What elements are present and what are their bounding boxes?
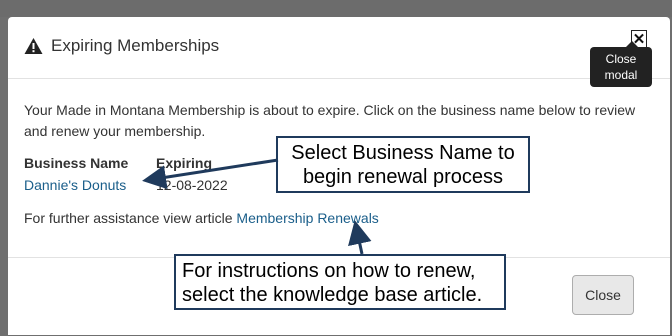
modal-header: Expiring Memberships ✕: [8, 17, 670, 79]
callout-2-line-2: select the knowledge base article.: [182, 284, 483, 306]
callout-2-line-1: For instructions on how to renew,: [182, 260, 476, 282]
expiring-header: Expiring: [156, 155, 213, 171]
tooltip-line-1: Close: [605, 52, 637, 66]
modal-title: Expiring Memberships: [51, 36, 220, 55]
modal-backdrop: [0, 0, 672, 17]
tooltip-line-2: modal: [604, 68, 638, 82]
membership-renewals-link[interactable]: Membership Renewals: [236, 210, 378, 226]
expiring-date: 12-08-2022: [156, 177, 228, 193]
close-modal-tooltip: Close modal: [590, 41, 652, 87]
business-name-header: Business Name: [24, 155, 129, 171]
close-button[interactable]: Close: [572, 275, 634, 315]
business-name-callout: Select Business Name to begin renewal pr…: [276, 136, 530, 193]
warning-icon: [24, 38, 43, 54]
assistance-text: For further assistance view article Memb…: [24, 210, 379, 226]
knowledge-base-callout: For instructions on how to renew, select…: [174, 254, 506, 310]
business-name-link[interactable]: Dannie's Donuts: [24, 177, 126, 193]
assistance-label: For further assistance view article: [24, 210, 237, 226]
